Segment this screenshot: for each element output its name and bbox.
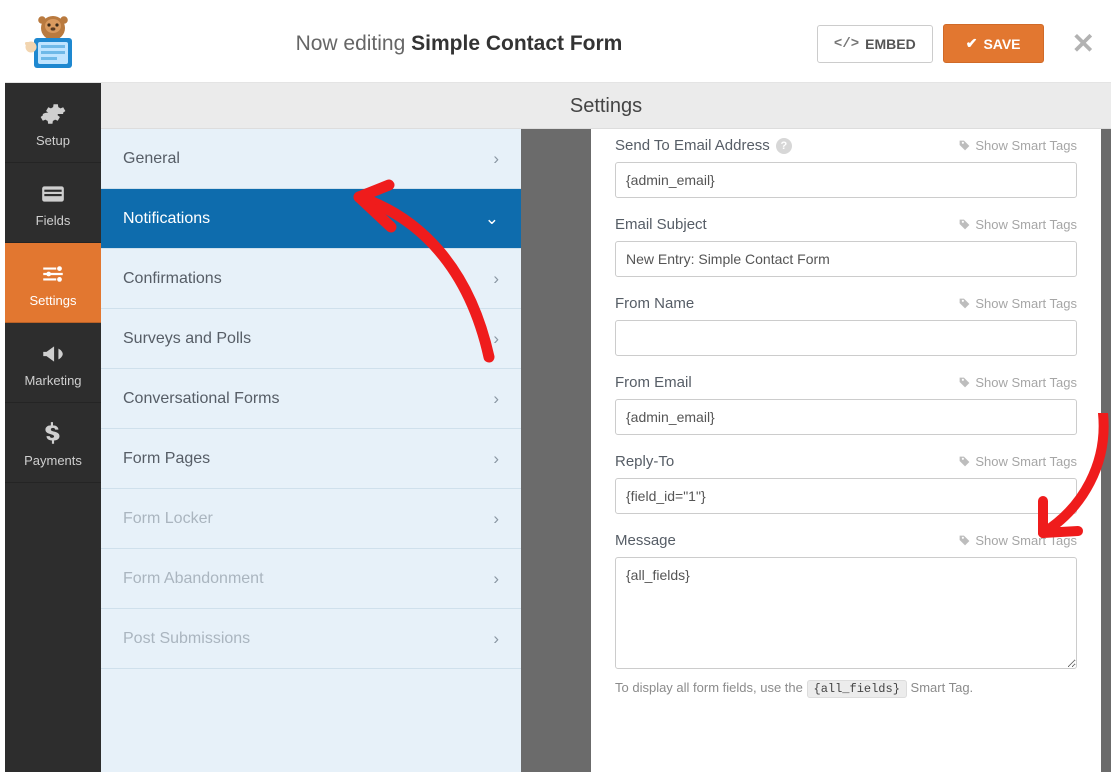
code-chip: {all_fields} [807, 680, 907, 698]
settings-item-form-abandonment[interactable]: Form Abandonment › [101, 549, 521, 609]
wpforms-logo [5, 5, 101, 83]
chevron-right-icon: › [493, 629, 499, 649]
chevron-right-icon: › [493, 329, 499, 349]
from-email-input[interactable] [615, 399, 1077, 435]
settings-item-general[interactable]: General › [101, 129, 521, 189]
send-to-label: Send To Email Address ? [615, 137, 792, 154]
show-smart-tags-link[interactable]: Show Smart Tags [958, 217, 1077, 232]
code-icon: </> [834, 36, 859, 52]
subject-input[interactable] [615, 241, 1077, 277]
tag-icon [958, 297, 971, 310]
settings-item-form-locker[interactable]: Form Locker › [101, 489, 521, 549]
subheader: Settings [101, 83, 1111, 129]
chevron-right-icon: › [493, 149, 499, 169]
top-bar: Now editing Simple Contact Form </> EMBE… [5, 5, 1111, 83]
check-icon: ✔ [966, 35, 978, 52]
settings-item-confirmations[interactable]: Confirmations › [101, 249, 521, 309]
sidebar-item-setup[interactable]: Setup [5, 83, 101, 163]
subject-label: Email Subject [615, 216, 707, 233]
settings-item-form-pages[interactable]: Form Pages › [101, 429, 521, 489]
primary-sidebar: Setup Fields Settings Marketing Payments [5, 83, 101, 772]
from-name-input[interactable] [615, 320, 1077, 356]
settings-item-post-submissions[interactable]: Post Submissions › [101, 609, 521, 669]
settings-item-notifications[interactable]: Notifications ⌄ [101, 189, 521, 249]
reply-to-label: Reply-To [615, 453, 674, 470]
close-icon[interactable]: ✕ [1072, 27, 1095, 60]
chevron-right-icon: › [493, 509, 499, 529]
sidebar-item-marketing[interactable]: Marketing [5, 323, 101, 403]
tag-icon [958, 218, 971, 231]
sidebar-item-payments[interactable]: Payments [5, 403, 101, 483]
settings-list: General › Notifications ⌄ Confirmations … [101, 129, 521, 772]
help-icon[interactable]: ? [776, 138, 792, 154]
from-email-label: From Email [615, 374, 692, 391]
message-textarea[interactable] [615, 557, 1077, 669]
tag-icon [958, 139, 971, 152]
notification-form-panel: Send To Email Address ? Show Smart Tags [591, 129, 1101, 772]
show-smart-tags-link[interactable]: Show Smart Tags [958, 454, 1077, 469]
save-button[interactable]: ✔ SAVE [943, 24, 1044, 63]
sidebar-label: Fields [9, 213, 97, 228]
sidebar-label: Setup [9, 133, 97, 148]
show-smart-tags-link[interactable]: Show Smart Tags [958, 375, 1077, 390]
chevron-right-icon: › [493, 389, 499, 409]
show-smart-tags-link[interactable]: Show Smart Tags [958, 533, 1077, 548]
tag-icon [958, 455, 971, 468]
settings-item-surveys[interactable]: Surveys and Polls › [101, 309, 521, 369]
tag-icon [958, 376, 971, 389]
chevron-right-icon: › [493, 569, 499, 589]
settings-item-conversational[interactable]: Conversational Forms › [101, 369, 521, 429]
show-smart-tags-link[interactable]: Show Smart Tags [958, 138, 1077, 153]
reply-to-input[interactable] [615, 478, 1077, 514]
sidebar-label: Settings [9, 293, 97, 308]
from-name-label: From Name [615, 295, 694, 312]
page-title: Now editing Simple Contact Form [101, 32, 817, 56]
sidebar-label: Marketing [9, 373, 97, 388]
show-smart-tags-link[interactable]: Show Smart Tags [958, 296, 1077, 311]
sidebar-label: Payments [9, 453, 97, 468]
chevron-right-icon: › [493, 449, 499, 469]
tag-icon [958, 534, 971, 547]
chevron-down-icon: ⌄ [485, 209, 499, 229]
embed-button[interactable]: </> EMBED [817, 25, 933, 63]
message-label: Message [615, 532, 676, 549]
send-to-input[interactable] [615, 162, 1077, 198]
sidebar-item-settings[interactable]: Settings [5, 243, 101, 323]
form-name: Simple Contact Form [411, 32, 622, 55]
chevron-right-icon: › [493, 269, 499, 289]
sidebar-item-fields[interactable]: Fields [5, 163, 101, 243]
title-prefix: Now editing [296, 32, 406, 55]
message-hint: To display all form fields, use the {all… [615, 680, 1077, 696]
